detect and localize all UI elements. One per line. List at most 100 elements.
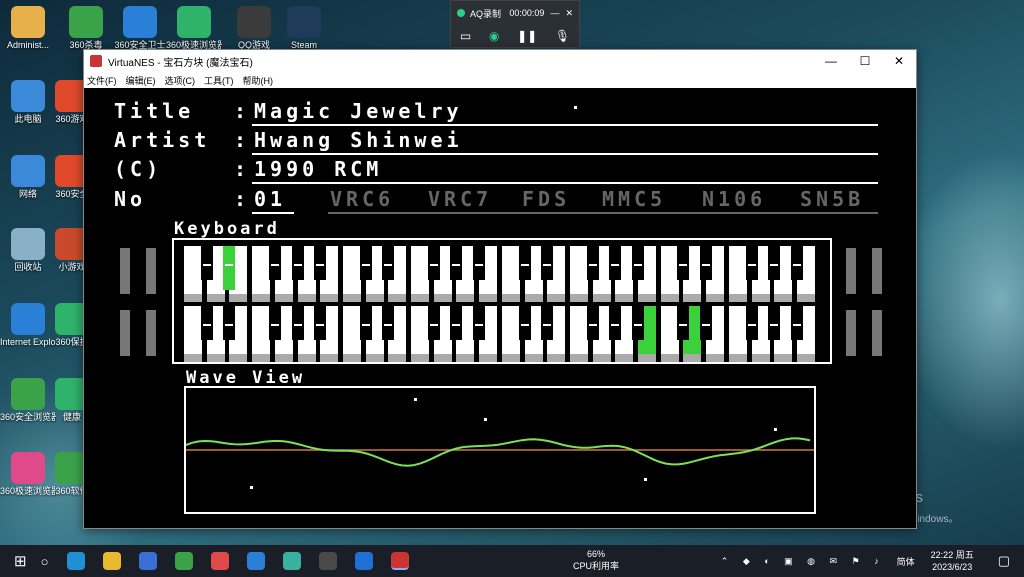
piano-black-key-pressed (223, 246, 236, 290)
key-shade (252, 294, 271, 302)
close-button[interactable]: ✕ (882, 54, 916, 68)
piano-black-key (314, 306, 327, 340)
desktop-icon[interactable]: 360极速浏览器 (166, 6, 222, 51)
key-shade (501, 354, 520, 362)
pause-button[interactable]: ❚❚ (517, 29, 537, 43)
piano-black-key (541, 246, 554, 280)
key-shade (274, 294, 293, 302)
piano-black-key (200, 246, 213, 280)
key-shade (479, 354, 498, 362)
artist-value: Hwang Shinwei (254, 128, 463, 152)
game-icon[interactable] (319, 552, 338, 570)
key-marker (475, 324, 484, 326)
volume-bar-left (120, 310, 130, 356)
desktop-icon[interactable]: Steam (276, 6, 332, 51)
window-titlebar[interactable]: VirtuaNES - 宝石方块 (魔法宝石) — ☐ ✕ (84, 50, 916, 72)
key-marker (634, 324, 642, 326)
window-capture-icon[interactable]: ▭ (460, 29, 471, 43)
recorder-minimize-button[interactable]: — (550, 8, 559, 18)
clock[interactable]: 22:22 周五 2023/6/23 (931, 549, 974, 573)
desktop-icon[interactable]: 360安全卫士 (112, 6, 168, 51)
key-shade (638, 294, 656, 302)
app-icon (69, 6, 103, 38)
minimize-button[interactable]: — (814, 54, 848, 68)
key-shade (184, 354, 202, 362)
chrome-like-icon[interactable] (211, 552, 230, 570)
volume-bar-left (146, 310, 156, 356)
volume-bar-right (846, 310, 856, 356)
file-explorer-icon[interactable] (103, 552, 122, 570)
wave-view-label: Wave View (186, 368, 306, 388)
clock-date: 2023/6/23 (932, 562, 973, 572)
menu-edit[interactable]: 编辑(E) (126, 74, 156, 87)
record-indicator-icon (457, 9, 465, 17)
lightning-icon[interactable] (355, 552, 374, 570)
key-shade (411, 294, 429, 302)
key-shade (433, 294, 452, 302)
app-icon (177, 6, 211, 38)
menu-file[interactable]: 文件(F) (87, 74, 117, 87)
key-shade (433, 354, 452, 362)
piano-black-key (745, 246, 758, 280)
security-icon[interactable] (247, 552, 266, 570)
photo-icon[interactable] (283, 552, 302, 570)
no-value: 01 (254, 187, 287, 211)
maximize-button[interactable]: ☐ (848, 54, 882, 68)
menu-help[interactable]: 帮助(H) (243, 74, 274, 87)
chip-label: FDS (522, 187, 571, 211)
key-marker (293, 264, 302, 266)
360-browser-icon[interactable] (175, 552, 194, 570)
key-marker (520, 324, 529, 326)
piano-black-key (586, 246, 599, 280)
edge-icon[interactable] (67, 552, 86, 570)
key-marker (202, 324, 211, 326)
system-tray: ⌃ ◆ ◐ ▣ ◍ ✉ ⚑ ♪ 简体 22:22 周五 2023/6/23 ▢ (721, 545, 1024, 577)
recorder-close-button[interactable]: ✕ (565, 8, 573, 19)
app-icon (11, 303, 45, 335)
nes-screen[interactable]: Title : Magic Jewelry Artist : Hwang Shi… (84, 88, 916, 528)
key-marker (543, 264, 552, 266)
key-shade (728, 354, 747, 362)
app-icon (237, 6, 271, 38)
ime-indicator[interactable]: 简体 (897, 555, 915, 568)
desktop: Administ... 360杀毒 360安全卫士 360极速浏览器 QQ游戏 Steam… (0, 0, 1024, 545)
star (484, 418, 487, 421)
key-shade (796, 354, 815, 362)
wave-view-panel (184, 386, 816, 514)
desktop-icon[interactable]: 360杀毒 (58, 6, 114, 51)
key-marker (429, 324, 438, 326)
desktop-icon[interactable]: Administ... (0, 6, 56, 51)
piano-black-key (700, 246, 713, 280)
microphone-icon[interactable]: 🎙 (555, 29, 570, 43)
desktop-icon[interactable]: QQ游戏 (226, 6, 282, 51)
app-icon (11, 155, 45, 187)
key-marker (316, 264, 325, 266)
menu-tools[interactable]: 工具(T) (204, 74, 234, 87)
key-marker (634, 264, 642, 266)
piano-black-key (768, 246, 781, 280)
cpu-meter: 66% CPU利用率 (566, 548, 626, 572)
artist-label: Artist (114, 128, 211, 152)
virtuanes-taskbar-icon[interactable] (391, 552, 410, 570)
key-marker (679, 264, 688, 266)
record-button[interactable]: ◉ (489, 29, 499, 43)
search-icon[interactable]: ○ (41, 554, 49, 569)
notification-icon[interactable]: ▢ (998, 553, 1010, 569)
key-shade (297, 294, 316, 302)
key-shade (342, 294, 361, 302)
app-icon (123, 6, 157, 38)
piano-black-key (291, 246, 304, 280)
tray-icons[interactable]: ⌃ ◆ ◐ ▣ ◍ ✉ ⚑ ♪ (721, 556, 885, 567)
store-icon[interactable] (139, 552, 158, 570)
key-shade (547, 354, 566, 362)
desktop-icon-label: Administ... (6, 40, 49, 50)
key-marker (588, 324, 597, 326)
piano-black-key (632, 306, 644, 340)
key-shade (569, 354, 588, 362)
key-shade (229, 294, 248, 302)
start-button[interactable]: ⊞ (14, 552, 27, 570)
key-shade (547, 294, 566, 302)
piano-black-key (586, 306, 599, 340)
star (644, 478, 647, 481)
menu-options[interactable]: 选项(C) (165, 74, 196, 87)
